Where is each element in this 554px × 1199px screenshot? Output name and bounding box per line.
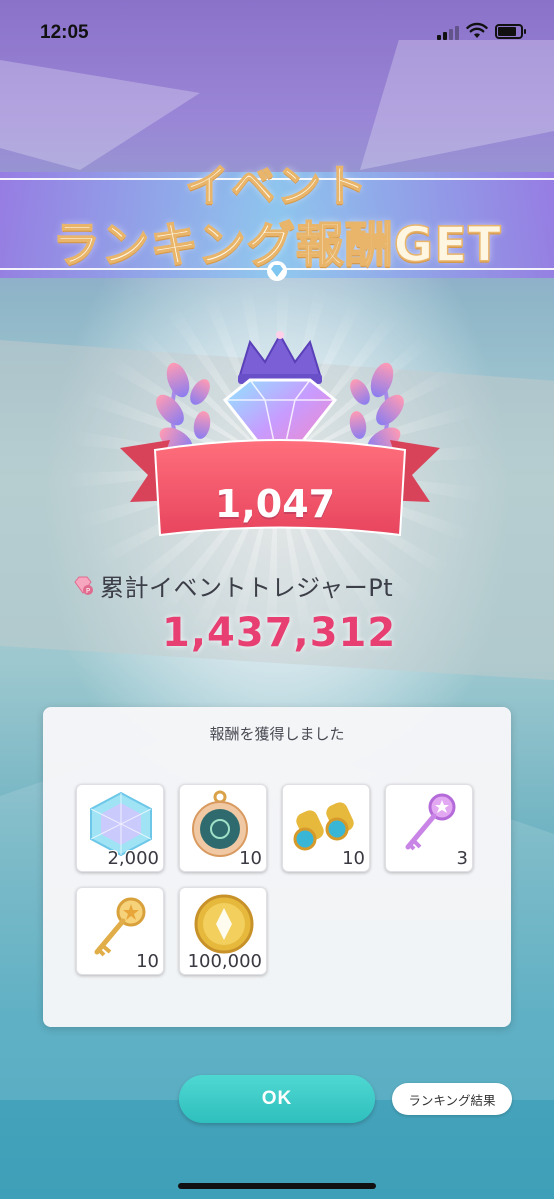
status-time: 12:05: [40, 22, 89, 43]
reward-item-gold-key[interactable]: 10: [76, 887, 164, 975]
svg-text:P: P: [86, 587, 90, 595]
reward-panel: 報酬を獲得しました 2,000 10 10 3 10 100,000: [43, 707, 511, 1027]
reward-item-coin[interactable]: 100,000: [179, 887, 267, 975]
signal-icon: [437, 26, 459, 40]
points-label: 累計イベントトレジャーPt: [100, 573, 394, 602]
points-value: 1,437,312: [162, 610, 397, 656]
reward-count: 10: [136, 951, 159, 972]
reward-item-purple-key[interactable]: 3: [385, 784, 473, 872]
diamond-icon: [267, 261, 287, 281]
status-bar: 12:05: [0, 0, 554, 62]
reward-count: 100,000: [187, 951, 262, 972]
reward-count: 10: [342, 848, 365, 869]
ok-button[interactable]: OK: [179, 1075, 375, 1123]
wifi-icon: [466, 22, 488, 38]
reward-item-compass[interactable]: 10: [179, 784, 267, 872]
points-label-row: P 累計イベントトレジャーPt: [72, 569, 394, 602]
rank-value: 1,047: [214, 482, 336, 526]
reward-item-binoculars[interactable]: 10: [282, 784, 370, 872]
reward-count: 10: [239, 848, 262, 869]
home-indicator: [178, 1183, 376, 1189]
treasure-pt-icon: P: [74, 576, 93, 595]
reward-count: 3: [456, 848, 468, 869]
reward-panel-title: 報酬を獲得しました: [209, 725, 345, 743]
battery-icon: [495, 24, 526, 39]
reward-item-gem[interactable]: 2,000: [76, 784, 164, 872]
reward-count: 2,000: [107, 848, 159, 869]
ranking-result-button[interactable]: ランキング結果: [392, 1083, 512, 1115]
